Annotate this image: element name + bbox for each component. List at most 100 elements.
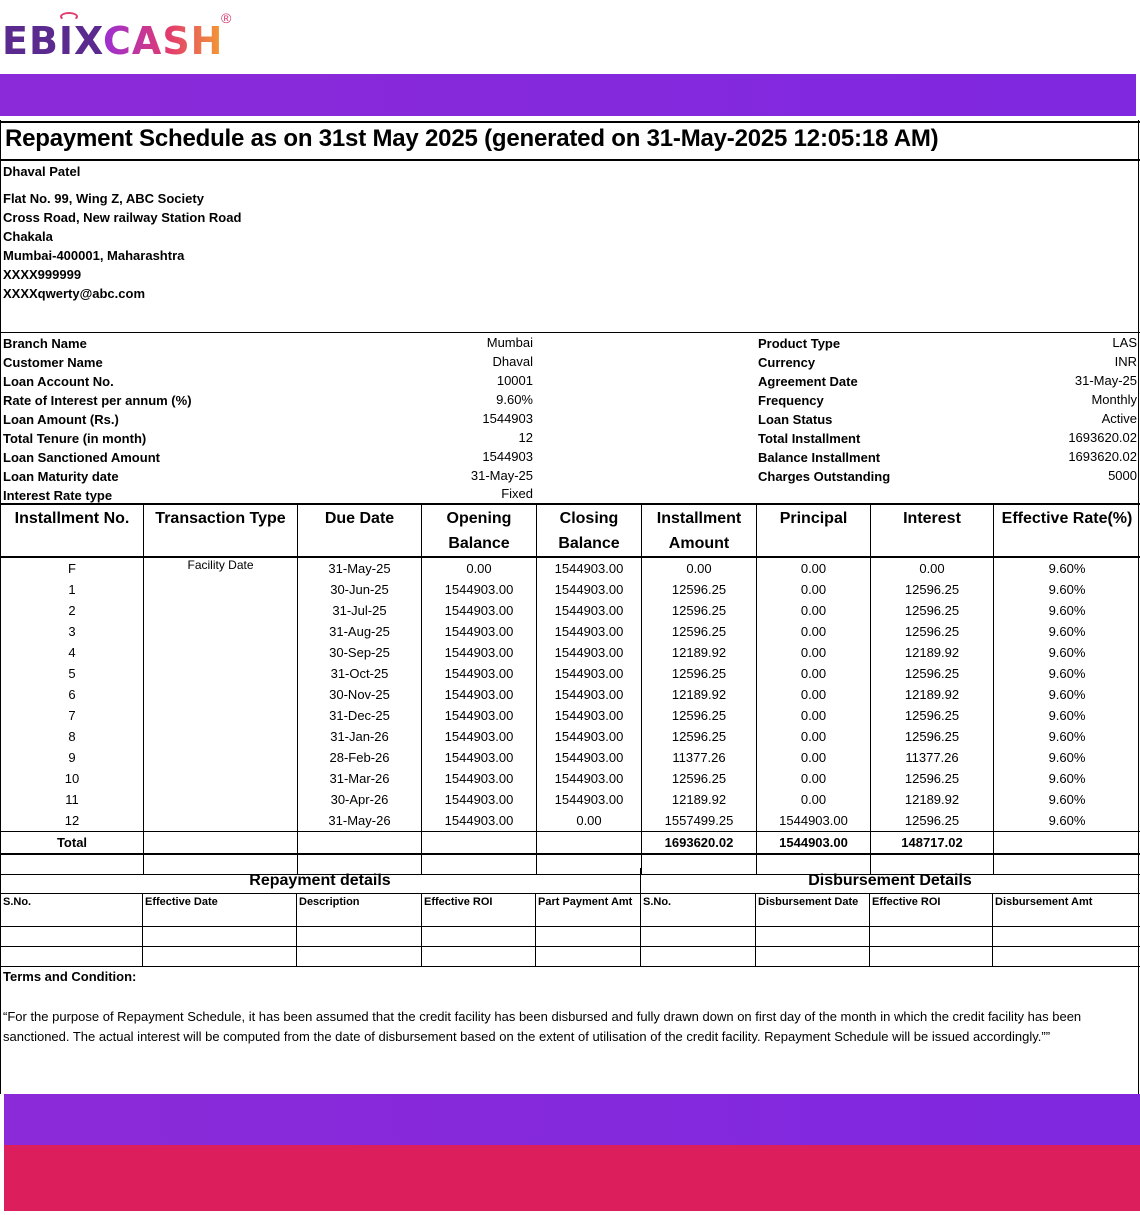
table-row: 8 31-Jan-26 1544903.00 1544903.00 12596.…	[0, 726, 1140, 747]
table-row: 6 30-Nov-25 1544903.00 1544903.00 12189.…	[0, 684, 1140, 705]
table-cell	[536, 854, 642, 875]
table-cell: 31-May-26	[297, 810, 422, 832]
table-cell: 9.60%	[993, 747, 1140, 768]
table-cell: 11	[0, 789, 144, 810]
header-band	[0, 74, 1136, 116]
col-header: Principal	[756, 503, 871, 558]
table-row: 4 30-Sep-25 1544903.00 1544903.00 12189.…	[0, 642, 1140, 663]
table-cell: 9.60%	[993, 621, 1140, 642]
detail-label: Total Installment	[758, 431, 861, 446]
table-cell	[143, 600, 298, 621]
table-cell: 12596.25	[870, 705, 994, 726]
table-cell: 11377.26	[641, 747, 757, 768]
detail-label: Loan Account No.	[3, 374, 114, 389]
table-cell	[143, 810, 298, 832]
table-cell: 1544903.00	[536, 663, 642, 684]
table-cell	[297, 854, 422, 875]
table-cell: 1544903.00	[756, 810, 871, 832]
detail-value: 1693620.02	[1068, 430, 1137, 445]
table-cell: 31-Jan-26	[297, 726, 422, 747]
table-cell: 0.00	[756, 705, 871, 726]
table-cell: 31-May-25	[297, 557, 422, 579]
table-cell	[143, 684, 298, 705]
detail-value: Mumbai	[486, 335, 533, 350]
table-cell: 0.00	[756, 642, 871, 663]
address-line: Mumbai-400001, Maharashtra	[3, 248, 185, 263]
table-cell	[143, 579, 298, 600]
customer-phone: XXXX999999	[3, 267, 82, 282]
table-cell: 1544903.00	[421, 768, 537, 789]
customer-email: XXXXqwerty@abc.com	[3, 286, 146, 301]
table-cell: 12189.92	[870, 642, 994, 663]
table-cell: 0.00	[756, 600, 871, 621]
table-cell	[756, 854, 871, 875]
sub-row-rule	[0, 966, 1140, 967]
detail-label: Total Tenure (in month)	[3, 431, 147, 446]
detail-label: Charges Outstanding	[758, 469, 891, 484]
detail-label: Currency	[758, 355, 816, 370]
repayment-schedule-table: Installment No. Transaction Type Due Dat…	[0, 503, 1140, 875]
table-cell: 1544903.00	[421, 684, 537, 705]
table-cell: 1	[0, 579, 144, 600]
col-divider	[142, 893, 143, 966]
table-cell: 1544903.00	[421, 726, 537, 747]
schedule-body: F Facility Date 31-May-25 0.00 1544903.0…	[0, 557, 1140, 875]
table-row: 5 31-Oct-25 1544903.00 1544903.00 12596.…	[0, 663, 1140, 684]
table-cell: 12189.92	[870, 684, 994, 705]
table-cell: 12596.25	[641, 621, 757, 642]
detail-label: Agreement Date	[758, 374, 858, 389]
detail-label: Rate of Interest per annum (%)	[3, 393, 192, 408]
table-cell: 12596.25	[870, 600, 994, 621]
table-cell	[143, 705, 298, 726]
repayment-col-header: Description	[299, 896, 360, 908]
table-cell: 0.00	[756, 768, 871, 789]
table-cell: 12189.92	[641, 789, 757, 810]
table-cell: 1544903.00	[421, 705, 537, 726]
detail-label: Product Type	[758, 336, 841, 351]
table-cell: 9.60%	[993, 557, 1140, 579]
table-cell: 12596.25	[641, 726, 757, 747]
table-cell: 0.00	[756, 579, 871, 600]
table-cell: 9.60%	[993, 705, 1140, 726]
table-cell: 1544903.00	[536, 705, 642, 726]
disbursement-details-title: Disbursement Details	[808, 872, 972, 889]
table-cell: 9	[0, 747, 144, 768]
table-cell: 12189.92	[870, 789, 994, 810]
col-header: Opening Balance	[421, 503, 537, 558]
table-cell: 9.60%	[993, 684, 1140, 705]
detail-value: 31-May-25	[470, 468, 533, 483]
table-cell: 1544903.00	[536, 621, 642, 642]
table-cell: 6	[0, 684, 144, 705]
customer-name: Dhaval Patel	[3, 164, 81, 179]
total-label: Total	[0, 831, 144, 855]
table-cell: 1544903.00	[536, 684, 642, 705]
table-cell: 9.60%	[993, 663, 1140, 684]
table-cell: 30-Jun-25	[297, 579, 422, 600]
detail-value: 1544903	[482, 411, 533, 426]
table-cell: 1544903.00	[536, 789, 642, 810]
table-row: 12 31-May-26 1544903.00 0.00 1557499.25 …	[0, 810, 1140, 832]
disbursement-col-header: S.No.	[643, 896, 672, 908]
detail-value: 1544903	[482, 449, 533, 464]
table-cell	[993, 854, 1140, 875]
table-cell: 12596.25	[870, 810, 994, 832]
table-cell: 31-Aug-25	[297, 621, 422, 642]
table-cell: 1544903.00	[536, 642, 642, 663]
table-cell	[297, 831, 422, 855]
table-cell	[421, 854, 537, 875]
col-divider	[535, 893, 536, 966]
table-cell: 1544903.00	[421, 579, 537, 600]
table-cell: 0.00	[756, 621, 871, 642]
detail-value: 31-May-25	[1074, 373, 1137, 388]
address-line: Flat No. 99, Wing Z, ABC Society	[3, 191, 204, 206]
col-header: Closing Balance	[536, 503, 642, 558]
col-divider	[421, 893, 422, 966]
disbursement-col-header: Disbursement Date	[758, 896, 859, 908]
table-cell: 1544903.00	[536, 726, 642, 747]
detail-value: Fixed	[501, 486, 533, 501]
total-installment: 1693620.02	[641, 831, 757, 855]
table-cell	[143, 747, 298, 768]
table-cell	[870, 854, 994, 875]
table-cell: 12189.92	[641, 642, 757, 663]
detail-value: 5000	[1108, 468, 1137, 483]
